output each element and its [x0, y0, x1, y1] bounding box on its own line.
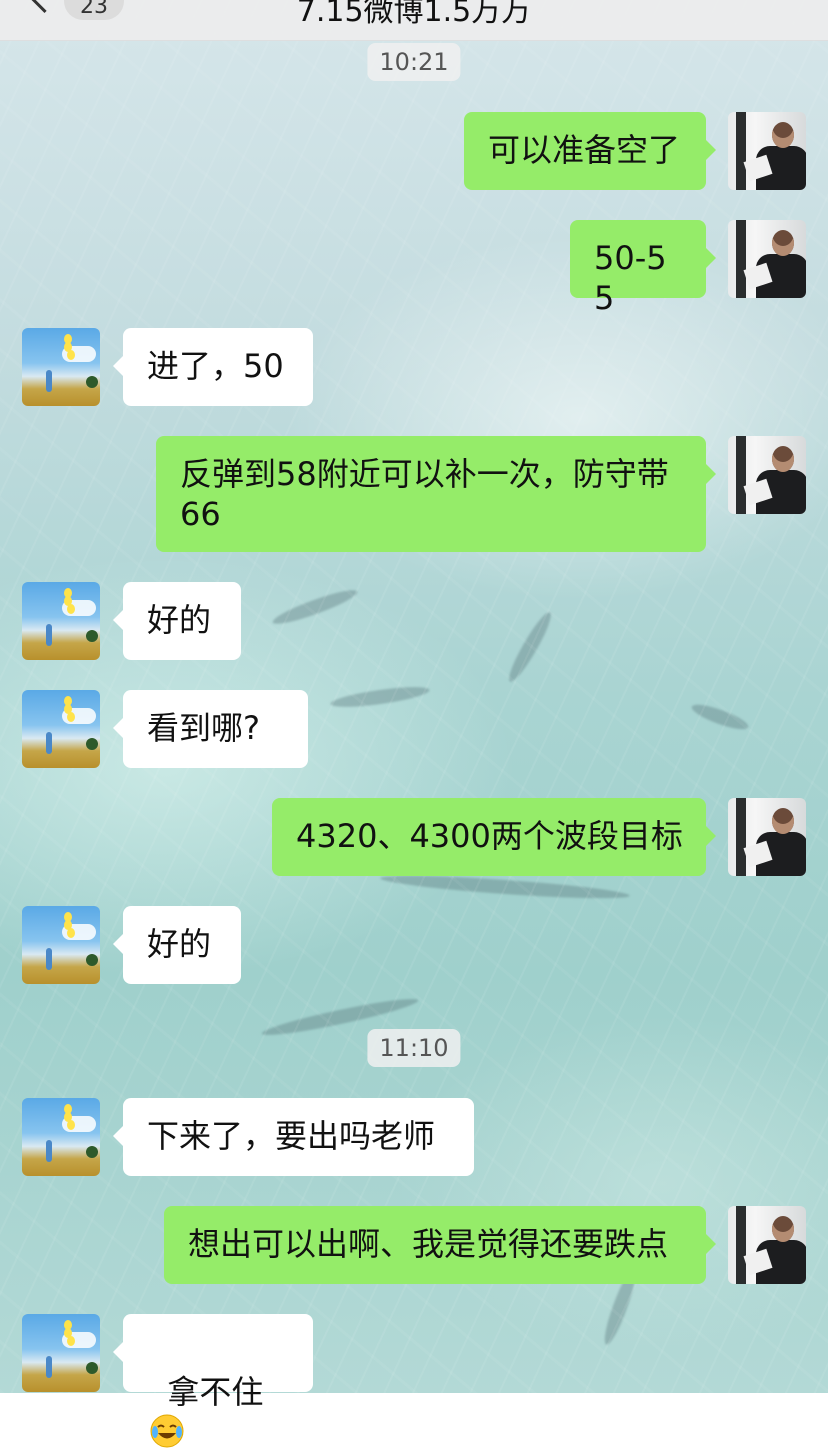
- crying-laughing-emoji-icon: [150, 1414, 184, 1448]
- timestamp: 11:10: [367, 1029, 461, 1067]
- received-message-bubble[interactable]: 看到哪?: [113, 690, 308, 768]
- contact-avatar[interactable]: [22, 906, 100, 984]
- sent-message-bubble[interactable]: 可以准备空了: [464, 112, 716, 190]
- sent-message-bubble[interactable]: 4320、4300两个波段目标: [272, 798, 716, 876]
- chevron-left-icon[interactable]: [23, 0, 66, 14]
- sent-message-bubble[interactable]: 反弹到58附近可以补一次，防守带66: [156, 436, 716, 552]
- background-fish: [503, 608, 557, 686]
- background-fish: [329, 683, 431, 711]
- background-fish: [689, 700, 751, 734]
- background-fish: [379, 871, 631, 903]
- message-text: 拿不住: [167, 1373, 264, 1411]
- timestamp: 10:21: [367, 43, 461, 81]
- contact-avatar[interactable]: [22, 328, 100, 406]
- more-dots-icon[interactable]: ···: [755, 0, 790, 15]
- my-avatar[interactable]: [728, 798, 806, 876]
- contact-avatar[interactable]: [22, 690, 100, 768]
- sent-message-bubble[interactable]: 50-55: [570, 220, 716, 317]
- background-fish: [270, 585, 360, 629]
- received-message-bubble[interactable]: 好的: [113, 582, 241, 660]
- my-avatar[interactable]: [728, 436, 806, 514]
- received-message-bubble[interactable]: 好的: [113, 906, 241, 984]
- chat-title: 7.15微博1.5万万: [296, 0, 532, 29]
- sent-message-bubble[interactable]: 想出可以出啊、我是觉得还要跌点: [164, 1206, 716, 1284]
- received-message-bubble[interactable]: 拿不住: [113, 1314, 313, 1448]
- contact-avatar[interactable]: [22, 582, 100, 660]
- contact-avatar[interactable]: [22, 1314, 100, 1392]
- my-avatar[interactable]: [728, 112, 806, 190]
- my-avatar[interactable]: [728, 1206, 806, 1284]
- contact-avatar[interactable]: [22, 1098, 100, 1176]
- my-avatar[interactable]: [728, 220, 806, 298]
- chat-header: 23 7.15微博1.5万万 ···: [0, 0, 828, 41]
- unread-count-badge[interactable]: 23: [64, 0, 124, 20]
- received-message-bubble[interactable]: 下来了，要出吗老师: [113, 1098, 474, 1176]
- received-message-bubble[interactable]: 进了，50: [113, 328, 313, 406]
